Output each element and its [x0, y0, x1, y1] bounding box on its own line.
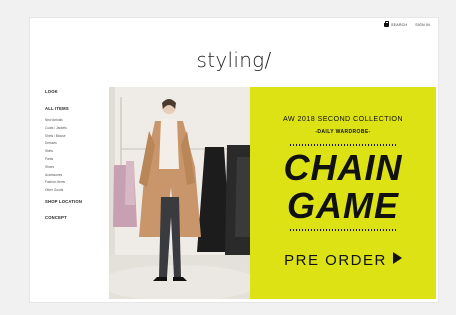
sidebar-category-item[interactable]: Skirts	[45, 148, 107, 156]
play-arrow-icon	[392, 252, 402, 264]
sidebar-category-item[interactable]: Coats / Jackets	[45, 125, 107, 133]
sidebar-nav: LOOK ALL ITEMS New Arrivals Coats / Jack…	[45, 88, 107, 220]
sidebar-item-shop-location[interactable]: SHOP LOCATION	[45, 198, 107, 215]
divider-dashes-top	[290, 144, 396, 146]
campaign-title-line1: CHAIN	[283, 147, 403, 188]
sidebar-item-look[interactable]: LOOK	[45, 88, 107, 105]
sidebar-category-item[interactable]: Shirts / Blouse	[45, 133, 107, 141]
campaign-title: CHAIN GAME	[250, 149, 436, 225]
sidebar-category-item[interactable]: New Arrivals	[45, 117, 107, 125]
sidebar-item-all-items[interactable]: ALL ITEMS	[45, 105, 107, 117]
collection-heading: AW 2018 SECOND COLLECTION	[283, 114, 403, 123]
sidebar-item-concept[interactable]: CONCEPT	[45, 215, 107, 220]
shopping-bag-icon	[384, 21, 390, 27]
sidebar-category-item[interactable]: Dresses	[45, 140, 107, 148]
model-photo	[109, 87, 250, 299]
page-container: SEARCH SIGN IN styling/ LOOK ALL ITEMS N…	[30, 18, 438, 302]
search-link[interactable]: SEARCH	[384, 21, 408, 27]
search-label: SEARCH	[391, 23, 408, 27]
campaign-title-line2: GAME	[287, 185, 399, 226]
pre-order-label: PRE ORDER	[284, 252, 387, 269]
model-illustration	[109, 87, 250, 299]
promo-panel: AW 2018 SECOND COLLECTION -DAILY WARDROB…	[250, 87, 436, 299]
sidebar-category-item[interactable]: Other Goods	[45, 187, 107, 195]
sign-in-link[interactable]: SIGN IN	[415, 23, 430, 27]
site-logo[interactable]: styling/	[30, 48, 438, 72]
sidebar-category-item[interactable]: Accessories	[45, 172, 107, 180]
sidebar-category-item[interactable]: Pants	[45, 156, 107, 164]
collection-subheading: -DAILY WARDROBE-	[315, 129, 371, 135]
pre-order-button[interactable]: PRE ORDER	[250, 252, 436, 269]
sidebar-category-item[interactable]: Fashion Items	[45, 179, 107, 187]
top-utility-bar: SEARCH SIGN IN	[384, 21, 430, 27]
divider-dashes-bottom	[290, 229, 396, 231]
sidebar-category-item[interactable]: Shoes	[45, 164, 107, 172]
hero-banner[interactable]: AW 2018 SECOND COLLECTION -DAILY WARDROB…	[109, 87, 436, 299]
